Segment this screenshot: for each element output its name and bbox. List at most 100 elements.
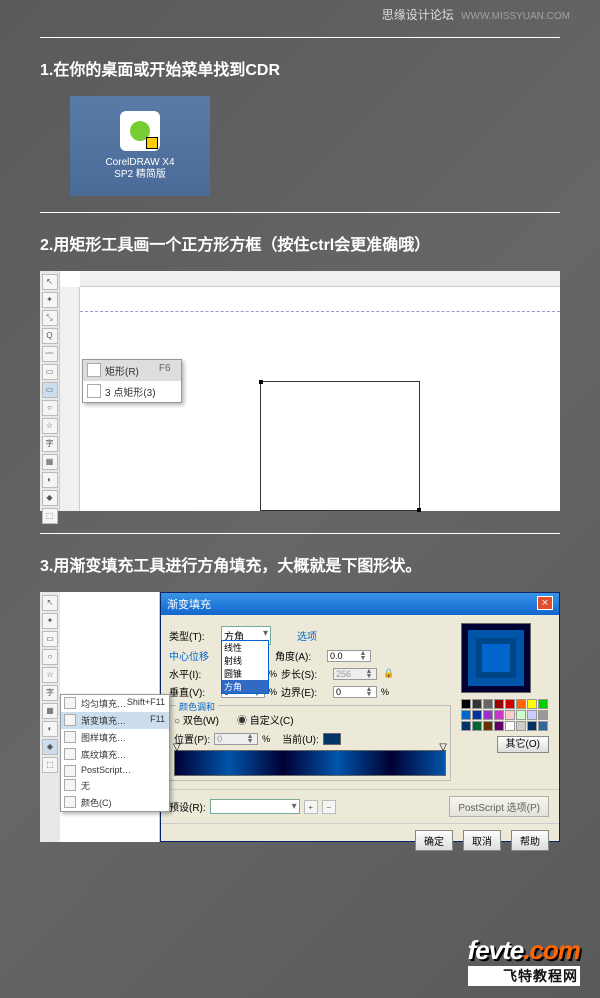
ruler-vertical	[60, 287, 80, 511]
color-swatch[interactable]	[472, 710, 482, 720]
tool-icon[interactable]: ⤡	[42, 310, 58, 326]
drawn-square[interactable]	[260, 381, 420, 511]
color-swatch[interactable]	[483, 710, 493, 720]
color-swatch[interactable]	[494, 721, 504, 731]
cancel-button[interactable]: 取消	[463, 830, 501, 851]
menu-item[interactable]: 颜色(C)	[61, 794, 169, 811]
tool-icon[interactable]: ○	[42, 400, 58, 416]
tool-icon[interactable]: ▦	[42, 454, 58, 470]
screenshot-fill-dialog: ↖ ✦ ▭ ○ ☆ 字 ▦ ◐ ◆ ⬚ 均匀填充…Shift+F11 渐变填充……	[40, 592, 560, 842]
tool-icon[interactable]: ◐	[42, 472, 58, 488]
color-swatch[interactable]	[538, 721, 548, 731]
icon-caption: CorelDRAW X4 SP2 精简版	[105, 157, 174, 181]
tool-icon[interactable]: 字	[42, 436, 58, 452]
tool-icon[interactable]: ▦	[42, 703, 58, 719]
ok-button[interactable]: 确定	[415, 830, 453, 851]
menu-item[interactable]: 均匀填充…Shift+F11	[61, 695, 169, 712]
icon-line2: SP2 精简版	[114, 169, 166, 180]
tool-icon[interactable]: ⬚	[42, 508, 58, 524]
preset-combo[interactable]	[210, 799, 300, 814]
type-option-selected[interactable]: 方角	[222, 680, 268, 693]
position-spinner[interactable]: 0▲▼	[214, 733, 258, 745]
dialog-title: 渐变填充	[167, 596, 211, 612]
menu-item[interactable]: 无	[61, 777, 169, 794]
toolbox: ↖ ✦ ▭ ○ ☆ 字 ▦ ◐ ◆ ⬚	[40, 592, 60, 842]
color-swatch[interactable]	[472, 721, 482, 731]
canvas-area[interactable]: 矩形(R)F6 3 点矩形(3)	[60, 271, 560, 511]
postscript-button: PostScript 选项(P)	[449, 796, 549, 817]
menu-item[interactable]: 底纹填充…	[61, 746, 169, 763]
tool-icon[interactable]: 字	[42, 685, 58, 701]
tool-icon[interactable]: ↖	[42, 274, 58, 290]
lock-icon[interactable]: 🔒	[383, 668, 394, 679]
color-swatch[interactable]	[538, 710, 548, 720]
add-preset-icon[interactable]: +	[304, 800, 318, 814]
tool-icon[interactable]: ⬚	[42, 757, 58, 773]
color-swatch[interactable]	[505, 721, 515, 731]
menu-item[interactable]: 图样填充…	[61, 729, 169, 746]
fill-tool-icon[interactable]: ◆	[42, 739, 58, 755]
radio-custom[interactable]: 自定义(C)	[237, 712, 294, 727]
tool-icon[interactable]: ▭	[42, 631, 58, 647]
remove-preset-icon[interactable]: −	[322, 800, 336, 814]
tool-icon[interactable]: ✦	[42, 613, 58, 629]
color-swatch[interactable]	[527, 721, 537, 731]
close-icon[interactable]: ×	[537, 596, 553, 610]
toolbox: ↖ ✦ ⤡ Q 〰 ▭ ▭ ○ ☆ 字 ▦ ◐ ◆ ⬚	[40, 271, 60, 511]
tool-icon[interactable]: ○	[42, 649, 58, 665]
color-swatch[interactable]	[527, 710, 537, 720]
type-option[interactable]: 线性	[222, 641, 268, 654]
help-button[interactable]: 帮助	[511, 830, 549, 851]
blend-mode-radio: 双色(W) 自定义(C)	[174, 712, 446, 727]
divider	[40, 37, 560, 38]
color-swatch[interactable]	[472, 699, 482, 709]
tool-icon[interactable]: ☆	[42, 418, 58, 434]
color-swatch[interactable]	[494, 699, 504, 709]
icon-line1: CorelDRAW X4	[105, 157, 174, 168]
gradient-bar[interactable]	[174, 750, 446, 776]
dialog-titlebar[interactable]: 渐变填充 ×	[161, 593, 559, 615]
type-option[interactable]: 圆锥	[222, 667, 268, 680]
tool-icon[interactable]: ☆	[42, 667, 58, 683]
color-swatch[interactable]	[516, 721, 526, 731]
color-swatch[interactable]	[494, 710, 504, 720]
color-swatch[interactable]	[461, 710, 471, 720]
color-swatch[interactable]	[505, 710, 515, 720]
fountain-fill-dialog: 渐变填充 × 类型(T): 方角 线性 射线 圆锥 方角	[160, 592, 560, 842]
tool-icon[interactable]: ✦	[42, 292, 58, 308]
flyout-item[interactable]: 矩形(R)F6	[83, 360, 181, 381]
menu-item[interactable]: PostScript…	[61, 763, 169, 777]
tool-icon[interactable]: ▭	[42, 364, 58, 380]
tool-icon[interactable]: ↖	[42, 595, 58, 611]
dialog-body: 类型(T): 方角 线性 射线 圆锥 方角 选项	[161, 615, 559, 789]
edge-spinner[interactable]: 0▲▼	[333, 686, 377, 698]
radio-two-color[interactable]: 双色(W)	[174, 712, 219, 727]
tool-icon[interactable]: ◆	[42, 490, 58, 506]
color-swatch[interactable]	[461, 699, 471, 709]
center-offset-label: 中心位移	[169, 648, 217, 663]
flyout-item[interactable]: 3 点矩形(3)	[83, 381, 181, 402]
tool-icon[interactable]: Q	[42, 328, 58, 344]
dialog-right: 其它(O)	[461, 623, 551, 781]
color-swatch[interactable]	[516, 710, 526, 720]
angle-spinner[interactable]: 0.0▲▼	[327, 650, 371, 662]
color-swatch[interactable]	[483, 699, 493, 709]
menu-item-fountain-fill[interactable]: 渐变填充…F11	[61, 712, 169, 729]
rectangle-tool-icon[interactable]: ▭	[42, 382, 58, 398]
color-swatch[interactable]	[516, 699, 526, 709]
type-dropdown: 线性 射线 圆锥 方角	[221, 640, 269, 694]
color-swatch[interactable]	[527, 699, 537, 709]
tool-icon[interactable]: 〰	[42, 346, 58, 362]
site-url: WWW.MISSYUAN.COM	[461, 11, 570, 22]
color-swatch[interactable]	[505, 699, 515, 709]
color-swatch[interactable]	[461, 721, 471, 731]
current-color-swatch[interactable]	[323, 733, 341, 745]
type-option[interactable]: 射线	[222, 654, 268, 667]
watermark-logo: fevte.com	[468, 935, 580, 966]
desktop-icon-thumb: CorelDRAW X4 SP2 精简版	[70, 96, 210, 196]
other-color-button[interactable]: 其它(O)	[497, 736, 549, 753]
color-swatch[interactable]	[483, 721, 493, 731]
tool-icon[interactable]: ◐	[42, 721, 58, 737]
color-palette	[461, 699, 551, 731]
color-swatch[interactable]	[538, 699, 548, 709]
